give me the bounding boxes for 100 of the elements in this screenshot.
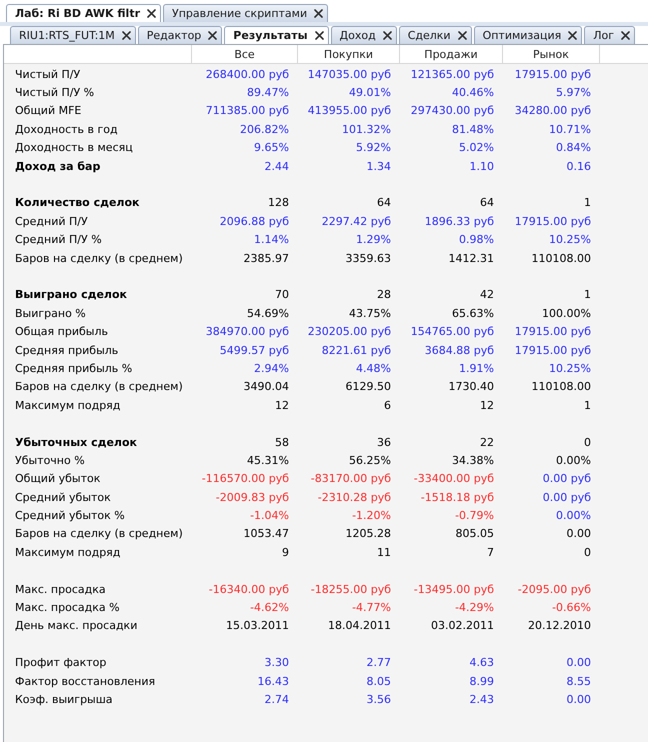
- row-label: Баров на сделку (в среднем): [14, 380, 183, 394]
- row-label: Профит фактор: [14, 656, 106, 670]
- table-cell-text: 805.05: [456, 527, 495, 540]
- table-cell-text: 0.16: [566, 160, 592, 173]
- table-cell-text: 0.00: [566, 692, 592, 706]
- close-icon[interactable]: [568, 31, 578, 40]
- row-label: Средний П/У %: [14, 233, 102, 246]
- table-cell-text: 65.63%: [452, 306, 495, 320]
- table-cell-text: 81.48%: [452, 122, 495, 136]
- table-cell-text: 6: [384, 398, 392, 412]
- table-cell-text: 6129.50: [346, 380, 392, 394]
- table-cell-text: 7: [487, 546, 495, 559]
- row-label: Макс. просадка %: [14, 601, 120, 614]
- tab[interactable]: RIU1:RTS_FUT:1M: [10, 26, 136, 44]
- close-icon[interactable]: [208, 31, 218, 40]
- table-cell-text: 1053.47: [244, 527, 290, 540]
- table-cell-text: 0.00%: [556, 454, 592, 467]
- row-label: Средний убыток %: [14, 509, 125, 522]
- tab[interactable]: Лаб: Ri BD AWK filtr: [6, 4, 161, 22]
- table-cell-text: 0.00%: [556, 509, 592, 522]
- close-icon[interactable]: [458, 31, 467, 40]
- table-cell-text: 58: [275, 436, 290, 448]
- column-header[interactable]: Рынок: [503, 45, 600, 63]
- table-cell-text: 2096.88 руб: [220, 214, 290, 228]
- table-cell-text: 268400.00 руб: [206, 68, 290, 81]
- tab[interactable]: Оптимизация: [474, 26, 582, 44]
- table-cell-text: 711385.00 руб: [206, 104, 290, 118]
- tab[interactable]: Управление скриптами: [163, 4, 328, 22]
- row-label: Общий убыток: [14, 472, 100, 486]
- table-cell-text: -2310.28 руб: [318, 490, 392, 504]
- close-icon[interactable]: [621, 31, 630, 40]
- row-label: Максимум подряд: [14, 546, 120, 559]
- column-header[interactable]: Покупки: [298, 45, 400, 63]
- close-icon[interactable]: [147, 9, 156, 18]
- table-cell-text: 28: [377, 288, 392, 302]
- row-label: Макс. просадка: [14, 582, 106, 596]
- table-cell-text: 10.25%: [549, 233, 592, 246]
- table-cell-text: -18255.00 руб: [310, 582, 392, 596]
- table-cell-text: 15.03.2011: [226, 619, 290, 632]
- tab[interactable]: Лог: [584, 26, 636, 44]
- table-cell-text: 64: [377, 196, 392, 210]
- table-cell-text: -16340.00 руб: [208, 582, 290, 596]
- table-cell-text: 147035.00 руб: [308, 68, 392, 81]
- table-cell-text: 43.75%: [349, 306, 392, 320]
- table-cell-text: 8.55: [566, 674, 592, 688]
- close-icon[interactable]: [382, 31, 392, 40]
- table-cell-text: 1896.33 руб: [424, 214, 495, 228]
- table-cell-text: 10.71%: [549, 122, 592, 136]
- table-cell-text: 0.00: [566, 527, 592, 540]
- table-cell-text: -4.62%: [250, 601, 290, 614]
- column-header[interactable]: Продажи: [400, 45, 503, 63]
- row-label: Баров на сделку (в среднем): [14, 527, 183, 540]
- table-cell-text: 128: [268, 196, 290, 210]
- row-label: Выиграно сделок: [14, 288, 128, 302]
- table-cell-text: 0.84%: [556, 141, 592, 154]
- table-cell-text: 9: [282, 546, 290, 559]
- table-cell-text: 413955.00 руб: [308, 104, 392, 118]
- table-cell-text: 1: [584, 398, 592, 412]
- table-cell-text: 22: [480, 436, 495, 448]
- table-cell-text: 8221.61 руб: [322, 344, 392, 357]
- close-icon[interactable]: [314, 9, 324, 18]
- table-cell-text: 17915.00 руб: [514, 325, 592, 338]
- row-label: Средняя прибыль: [14, 344, 118, 357]
- table-cell-text: 0.00 руб: [542, 472, 592, 486]
- row-label: Доход за бар: [14, 160, 100, 173]
- table-cell-text: 42: [480, 288, 495, 302]
- table-cell-text: 384970.00 руб: [206, 325, 290, 338]
- tab[interactable]: Редактор: [138, 26, 222, 44]
- table-cell-text: 3684.88 руб: [424, 344, 495, 357]
- table-cell-text: 12: [480, 398, 495, 412]
- table-cell-text: 2297.42 руб: [322, 214, 392, 228]
- table-cell-text: -83170.00 руб: [310, 472, 392, 486]
- table-cell-text: 110108.00: [532, 380, 592, 394]
- row-label: Доходность в месяц: [14, 141, 133, 154]
- tab[interactable]: Сделки: [398, 26, 472, 44]
- table-cell-text: 8.99: [470, 674, 495, 688]
- tab[interactable]: Доход: [330, 26, 397, 44]
- table-cell-text: 1: [584, 288, 592, 302]
- table-cell-text: -33400.00 руб: [414, 472, 495, 486]
- table-cell-text: 1.10: [470, 160, 495, 173]
- column-header[interactable]: Все: [192, 45, 298, 63]
- close-icon[interactable]: [314, 31, 324, 40]
- table-cell-text: 2.44: [264, 160, 290, 173]
- table-cell-text: 0.98%: [459, 233, 495, 246]
- row-label: Фактор восстановления: [14, 674, 156, 688]
- table-cell-text: 297430.00 руб: [410, 104, 495, 118]
- table-cell-text: 56.25%: [349, 454, 392, 467]
- table-cell-text: 12: [275, 398, 290, 412]
- table-cell-text: 20.12.2010: [528, 619, 592, 632]
- table-cell-text: 64: [480, 196, 495, 210]
- table-cell-text: 45.31%: [247, 454, 290, 467]
- table-cell-text: 18.04.2011: [328, 619, 392, 632]
- close-icon[interactable]: [122, 31, 131, 40]
- table-cell-text: -116570.00 руб: [202, 472, 290, 486]
- row-label: Чистый П/У %: [14, 86, 94, 100]
- table-cell-text: -1.04%: [250, 509, 290, 522]
- table-cell-text: 89.47%: [247, 86, 290, 100]
- tab[interactable]: Результаты: [224, 26, 329, 44]
- table-cell-text: -0.66%: [552, 601, 592, 614]
- table-cell-text: 3.30: [264, 656, 290, 670]
